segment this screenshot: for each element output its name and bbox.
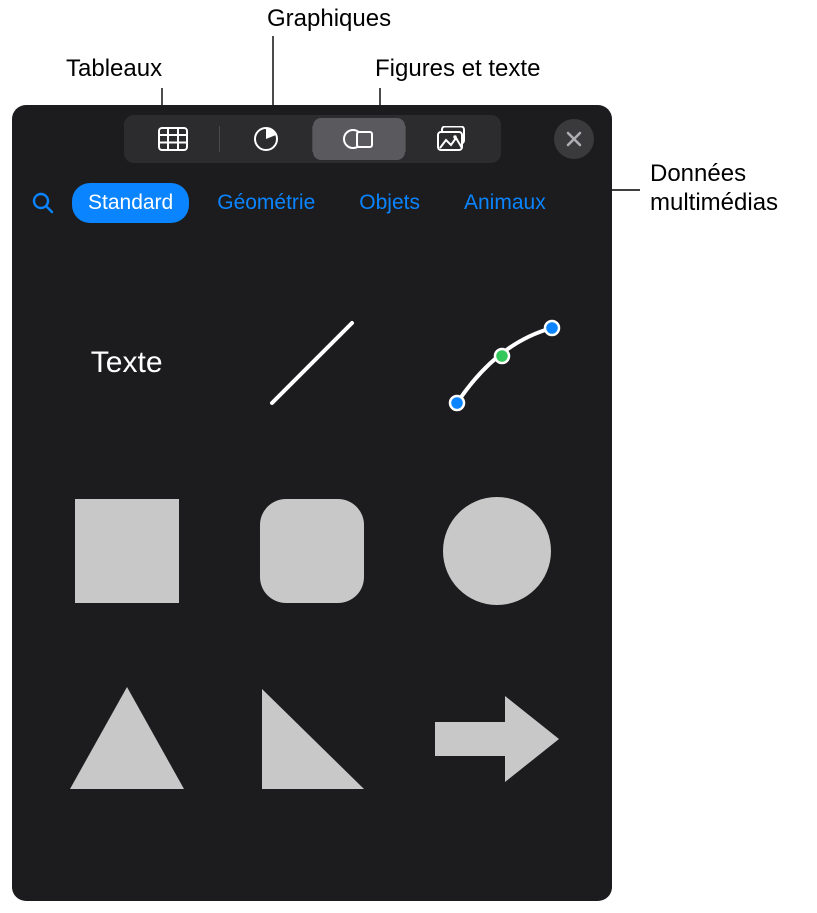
shape-rounded-square[interactable] [233,481,390,621]
piechart-icon [253,126,279,152]
callout-media: Données multimédias [650,160,778,218]
curve-icon [427,303,567,423]
search-button[interactable] [26,186,60,220]
category-objects[interactable]: Objets [343,183,436,223]
shape-square[interactable] [48,481,205,621]
tab-shapes-text[interactable] [313,118,405,160]
table-icon [158,127,188,151]
callout-charts: Graphiques [267,5,391,34]
shape-text[interactable]: Texte [48,293,205,433]
shape-curve[interactable] [419,293,576,433]
square-icon [67,491,187,611]
insert-panel: Standard Géométrie Objets Animaux Texte [12,105,612,901]
category-animals[interactable]: Animaux [448,183,562,223]
category-standard[interactable]: Standard [72,183,189,223]
shapes-icon [343,126,375,152]
callout-tables: Tableaux [66,55,162,84]
shape-arrow[interactable] [419,669,576,809]
close-icon [566,131,582,147]
shape-text-label: Texte [91,346,163,380]
close-button[interactable] [554,119,594,159]
category-geometry[interactable]: Géométrie [201,183,331,223]
rounded-square-icon [252,491,372,611]
circle-icon [437,491,557,611]
insert-segmented-control [124,115,501,163]
arrow-right-icon [427,684,567,794]
shape-line[interactable] [233,293,390,433]
search-icon [31,191,55,215]
shape-triangle[interactable] [48,669,205,809]
tab-charts[interactable] [220,118,312,160]
shapes-grid: Texte [12,233,612,839]
media-icon [436,126,468,152]
tab-media[interactable] [406,118,498,160]
right-triangle-icon [252,679,372,799]
line-icon [252,303,372,423]
insert-topbar [12,105,612,169]
tab-tables[interactable] [127,118,219,160]
shape-circle[interactable] [419,481,576,621]
shape-right-triangle[interactable] [233,669,390,809]
shape-category-bar: Standard Géométrie Objets Animaux [12,169,612,233]
triangle-icon [62,679,192,799]
callout-shapes-text: Figures et texte [375,55,540,84]
